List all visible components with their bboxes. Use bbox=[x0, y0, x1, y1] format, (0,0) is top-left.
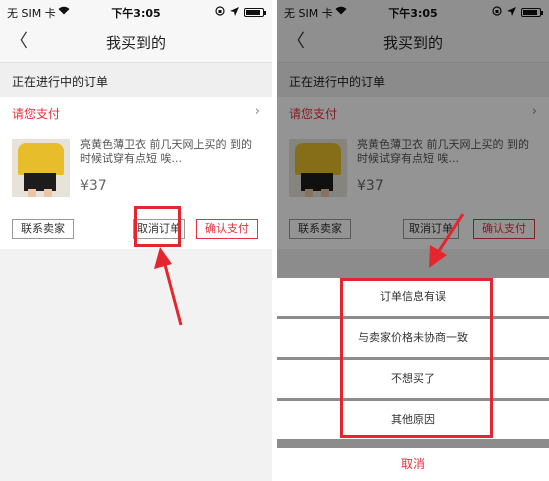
sheet-cancel-button[interactable]: 取消 bbox=[277, 448, 549, 481]
product-thumbnail bbox=[12, 139, 70, 197]
item-description: 亮黄色薄卫衣 前几天网上买的 到的时候试穿有点短 唉... bbox=[80, 138, 252, 165]
cancel-reason-screen: 无 SIM 卡 下午3:05 〈 我买到的 正在进行中的订单 请您支付 › 亮黄… bbox=[277, 0, 549, 481]
order-screen: 无 SIM 卡 下午3:05 〈 我买到的 正在进行中的订单 请您支付 › 亮黄… bbox=[0, 0, 272, 481]
annotation-arrow-icon bbox=[154, 247, 183, 326]
location-icon bbox=[230, 6, 239, 19]
annotation-arrow-icon bbox=[429, 213, 465, 268]
contact-seller-button[interactable]: 联系卖家 bbox=[12, 219, 74, 239]
battery-icon bbox=[244, 8, 266, 17]
item-price: ¥37 bbox=[80, 178, 107, 194]
page-title: 我买到的 bbox=[105, 34, 166, 52]
chevron-right-icon: › bbox=[254, 104, 260, 119]
status-bar: 无 SIM 卡 下午3:05 bbox=[0, 0, 272, 22]
nav-bar: 〈 我买到的 bbox=[0, 22, 272, 63]
section-label: 正在进行中的订单 bbox=[0, 63, 272, 97]
confirm-pay-button[interactable]: 确认支付 bbox=[196, 219, 258, 239]
pay-row[interactable]: 请您支付 › bbox=[0, 97, 272, 130]
highlight-box bbox=[134, 206, 181, 247]
highlight-box bbox=[340, 278, 493, 438]
orientation-lock-icon bbox=[215, 6, 225, 19]
pay-label: 请您支付 bbox=[12, 107, 61, 121]
order-item[interactable]: 亮黄色薄卫衣 前几天网上买的 到的时候试穿有点短 唉... ¥37 bbox=[0, 129, 272, 212]
